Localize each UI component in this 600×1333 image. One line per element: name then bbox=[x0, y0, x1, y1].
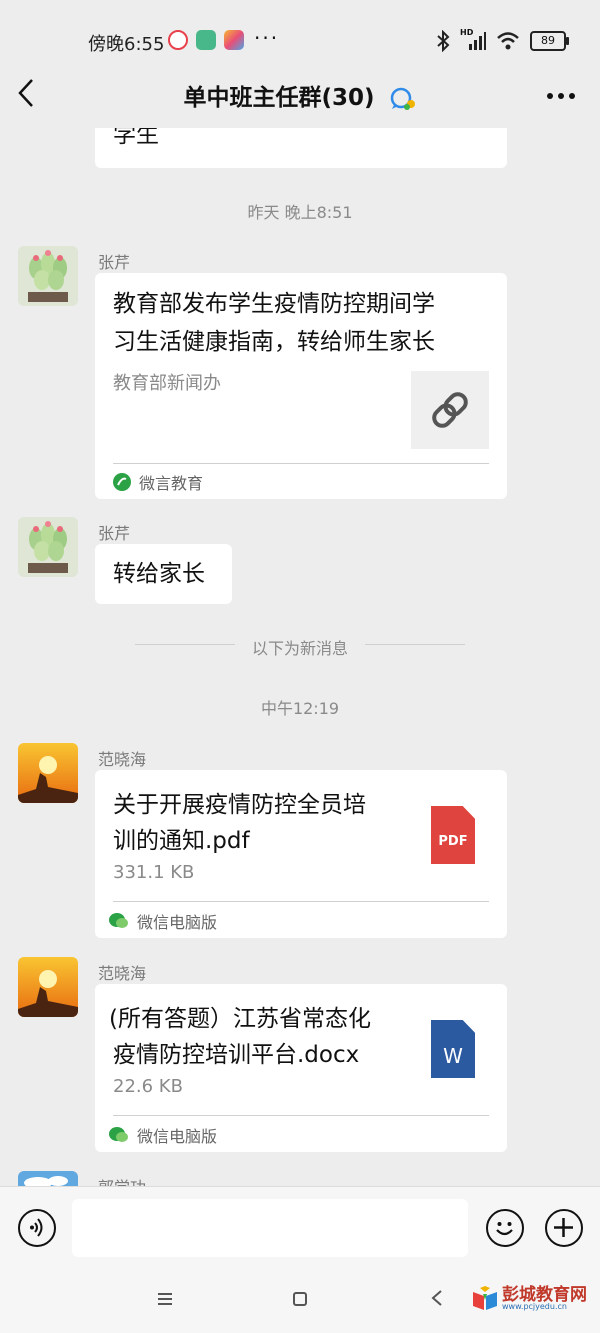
more-dots-icon bbox=[547, 93, 575, 99]
file-type-label: W bbox=[443, 1044, 463, 1068]
page-title: 单中班主任群(30) bbox=[183, 85, 375, 111]
weiyan-logo-icon bbox=[113, 473, 131, 491]
home-button[interactable] bbox=[292, 1288, 308, 1313]
file-size: 331.1 KB bbox=[113, 862, 195, 883]
wechat-logo-icon bbox=[109, 1127, 128, 1142]
chat-message-list[interactable]: 学生 昨天 晚上8:51 张芹 教育部发布学生疫情防控期间学 习生活健康指南，转… bbox=[0, 128, 600, 1186]
succulent-avatar-image bbox=[18, 246, 78, 306]
sunset-avatar-image bbox=[18, 957, 78, 1017]
avatar[interactable] bbox=[18, 1171, 78, 1186]
file-name-line-1: (所有答题）江苏省常态化 bbox=[109, 1006, 371, 1032]
watermark-url: www.pcjyedu.cn bbox=[502, 1302, 567, 1311]
avatar[interactable] bbox=[18, 517, 78, 577]
triangle-back-icon bbox=[431, 1290, 442, 1306]
message-text: 学生 bbox=[113, 128, 159, 148]
voice-icon bbox=[30, 1218, 43, 1237]
smiley-icon bbox=[496, 1222, 513, 1236]
system-navigation-bar: 彭城教育网 www.pcjyedu.cn bbox=[0, 1270, 600, 1333]
avatar[interactable] bbox=[18, 957, 78, 1017]
file-message-docx[interactable]: (所有答题）江苏省常态化 疫情防控培训平台.docx 22.6 KB W 微信电… bbox=[95, 984, 507, 1152]
watermark: 彭城教育网 www.pcjyedu.cn bbox=[470, 1280, 590, 1320]
app-notification-icon bbox=[168, 30, 188, 50]
more-notifications-icon: ··· bbox=[254, 26, 280, 50]
link-subtitle: 教育部新闻办 bbox=[113, 373, 221, 394]
avatar[interactable] bbox=[18, 743, 78, 803]
emoji-button[interactable] bbox=[486, 1209, 524, 1247]
sender-name: 张芹 bbox=[98, 524, 131, 543]
link-thumbnail bbox=[411, 371, 489, 449]
pdf-file-icon: PDF bbox=[431, 806, 475, 864]
timestamp: 中午12:19 bbox=[260, 699, 340, 718]
file-type-label: PDF bbox=[438, 834, 468, 849]
file-source: 微信电脑版 bbox=[109, 1123, 217, 1147]
notification-icons bbox=[168, 30, 244, 50]
message-bubble-previous[interactable]: 学生 bbox=[95, 128, 507, 168]
back-nav-button[interactable] bbox=[430, 1288, 444, 1313]
timestamp: 昨天 晚上8:51 bbox=[247, 203, 353, 222]
menu-button[interactable] bbox=[156, 1288, 174, 1313]
card-divider bbox=[113, 463, 489, 464]
watermark-book-icon bbox=[473, 1286, 497, 1310]
sunset-avatar-image bbox=[18, 743, 78, 803]
input-bar bbox=[0, 1186, 600, 1271]
message-text: 转给家长 bbox=[113, 561, 205, 587]
succulent-avatar-image bbox=[18, 517, 78, 577]
word-file-icon: W bbox=[431, 1020, 475, 1078]
new-messages-divider: 以下为新消息 bbox=[251, 639, 348, 658]
home-app-icon bbox=[196, 30, 216, 50]
wechat-logo-icon bbox=[109, 913, 128, 928]
voice-input-button[interactable] bbox=[18, 1209, 56, 1247]
file-source: 微信电脑版 bbox=[109, 909, 217, 933]
sender-name: 郭学功 bbox=[98, 1174, 146, 1186]
status-right: HD 89 bbox=[436, 28, 569, 52]
link-icon bbox=[432, 392, 468, 428]
source-name: 微信电脑版 bbox=[137, 913, 218, 932]
file-size: 22.6 KB bbox=[113, 1076, 183, 1097]
file-message-pdf[interactable]: 关于开展疫情防控全员培 训的通知.pdf 331.1 KB PDF 微信电脑版 bbox=[95, 770, 507, 938]
group-chat-icon bbox=[390, 87, 415, 110]
link-title-line-1: 教育部发布学生疫情防控期间学 bbox=[113, 291, 435, 317]
menu-icon bbox=[158, 1293, 172, 1305]
file-name-line-2: 疫情防控培训平台.docx bbox=[113, 1042, 360, 1068]
sky-avatar-image bbox=[18, 1171, 78, 1186]
sender-name: 张芹 bbox=[98, 253, 131, 272]
text-message[interactable]: 转给家长 bbox=[95, 544, 232, 604]
wifi-icon bbox=[497, 32, 519, 50]
source-name: 微信电脑版 bbox=[137, 1127, 218, 1146]
plus-icon bbox=[554, 1218, 573, 1237]
message-input[interactable] bbox=[72, 1199, 468, 1257]
card-divider bbox=[113, 901, 489, 902]
bluetooth-icon bbox=[437, 30, 450, 52]
link-source: 微言教育 bbox=[113, 470, 203, 494]
more-functions-button[interactable] bbox=[545, 1209, 583, 1247]
gallery-app-icon bbox=[224, 30, 244, 50]
chat-title-container[interactable]: 单中班主任群(30) bbox=[0, 78, 600, 112]
chat-header: 单中班主任群(30) bbox=[0, 60, 600, 128]
status-time: 傍晚6:55 bbox=[88, 34, 165, 55]
square-home-icon bbox=[293, 1292, 307, 1306]
sender-name: 范晓海 bbox=[98, 750, 147, 769]
more-options-button[interactable] bbox=[546, 74, 576, 107]
battery-icon: 89 bbox=[530, 31, 569, 51]
new-messages-line-right bbox=[365, 644, 465, 645]
signal-icon: HD bbox=[460, 28, 486, 52]
link-title-line-2: 习生活健康指南，转给师生家长 bbox=[113, 329, 435, 355]
file-name-line-1: 关于开展疫情防控全员培 bbox=[113, 792, 366, 818]
link-card-message[interactable]: 教育部发布学生疫情防控期间学 习生活健康指南，转给师生家长 教育部新闻办 微言教… bbox=[95, 273, 507, 499]
card-divider bbox=[113, 1115, 489, 1116]
file-name-line-2: 训的通知.pdf bbox=[113, 828, 250, 854]
source-name: 微言教育 bbox=[139, 474, 204, 493]
avatar[interactable] bbox=[18, 246, 78, 306]
sender-name: 范晓海 bbox=[98, 964, 147, 983]
